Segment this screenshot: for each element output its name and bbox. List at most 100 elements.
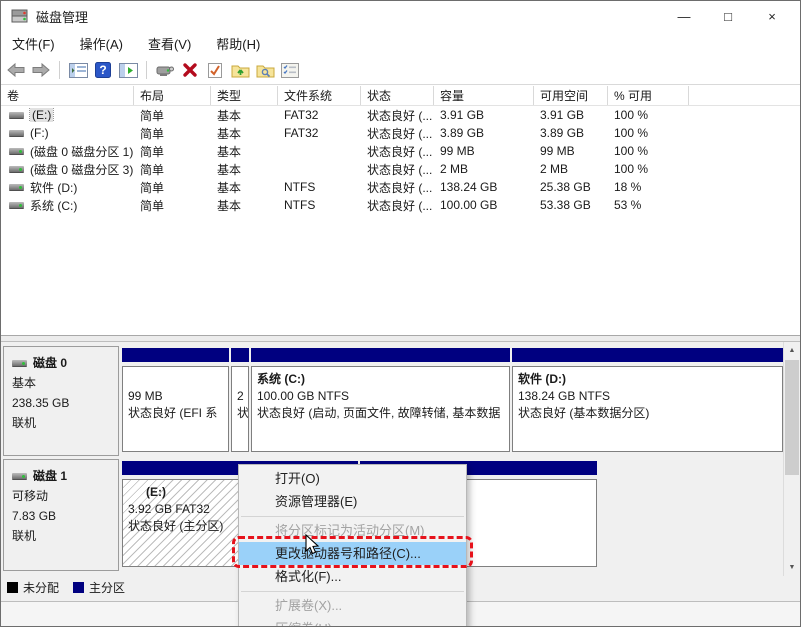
back-icon[interactable] bbox=[5, 59, 27, 81]
maximize-button[interactable]: □ bbox=[706, 1, 750, 31]
delete-icon[interactable] bbox=[179, 59, 201, 81]
cell-pct: 53 % bbox=[608, 198, 689, 212]
partition-status: 状态良好 (基本数据分区) bbox=[518, 405, 782, 422]
menu-open[interactable]: 打开(O) bbox=[239, 467, 466, 490]
help-icon[interactable]: ? bbox=[92, 59, 114, 81]
col-status[interactable]: 状态 bbox=[361, 86, 434, 105]
col-volume[interactable]: 卷 bbox=[1, 86, 134, 105]
pane-splitter[interactable] bbox=[1, 335, 800, 342]
menu-separator bbox=[241, 516, 464, 517]
cell-free: 3.89 GB bbox=[534, 126, 608, 140]
menu-file[interactable]: 文件(F) bbox=[3, 31, 64, 56]
cell-status: 状态良好 (... bbox=[361, 179, 434, 196]
cell-pct: 100 % bbox=[608, 162, 689, 176]
cell-pct: 18 % bbox=[608, 180, 689, 194]
drive-icon bbox=[9, 130, 24, 136]
legend-unallocated: 未分配 bbox=[7, 579, 59, 596]
menu-explorer[interactable]: 资源管理器(E) bbox=[239, 490, 466, 513]
console-action-icon[interactable] bbox=[117, 59, 139, 81]
check-doc-icon[interactable] bbox=[204, 59, 226, 81]
disk-icon bbox=[12, 473, 27, 479]
forward-icon[interactable] bbox=[30, 59, 52, 81]
cell-capacity: 100.00 GB bbox=[434, 198, 534, 212]
partition-size: 2 bbox=[237, 388, 248, 405]
disk-status: 联机 bbox=[12, 526, 118, 546]
partition-status: 状态良好 (EFI 系 bbox=[128, 405, 228, 422]
cell-type: 基本 bbox=[211, 197, 278, 214]
scroll-up-icon[interactable]: ▲ bbox=[784, 342, 800, 359]
scrollbar-thumb[interactable] bbox=[785, 360, 799, 475]
menu-help[interactable]: 帮助(H) bbox=[207, 31, 269, 56]
partition-status: 状态良好 (启动, 页面文件, 故障转储, 基本数据 bbox=[257, 405, 509, 422]
partition-size: 138.24 GB NTFS bbox=[518, 388, 782, 405]
table-row[interactable]: (E:) 简单 基本 FAT32 状态良好 (... 3.91 GB 3.91 … bbox=[1, 106, 800, 124]
table-row[interactable]: 软件 (D:) 简单 基本 NTFS 状态良好 (... 138.24 GB 2… bbox=[1, 178, 800, 196]
cell-status: 状态良好 (... bbox=[361, 161, 434, 178]
legend: 未分配 主分区 bbox=[7, 579, 125, 596]
table-row[interactable]: (磁盘 0 磁盘分区 3) 简单 基本 状态良好 (... 2 MB 2 MB … bbox=[1, 160, 800, 178]
menu-format[interactable]: 格式化(F)... bbox=[239, 565, 466, 588]
cell-layout: 简单 bbox=[134, 179, 211, 196]
legend-primary-partition: 主分区 bbox=[73, 579, 125, 596]
disk-name: 磁盘 0 bbox=[33, 353, 67, 373]
menu-separator bbox=[241, 591, 464, 592]
vertical-scrollbar[interactable]: ▲ ▼ bbox=[783, 342, 799, 576]
cell-status: 状态良好 (... bbox=[361, 143, 434, 160]
device-icon[interactable] bbox=[154, 59, 176, 81]
col-empty bbox=[689, 86, 800, 105]
toolbar: ? bbox=[1, 56, 800, 85]
window-title: 磁盘管理 bbox=[36, 7, 88, 26]
table-row[interactable]: (F:) 简单 基本 FAT32 状态良好 (... 3.89 GB 3.89 … bbox=[1, 124, 800, 142]
console-tree-icon[interactable] bbox=[67, 59, 89, 81]
scroll-down-icon[interactable]: ▼ bbox=[784, 559, 800, 576]
drive-icon bbox=[9, 112, 24, 118]
table-row[interactable]: (磁盘 0 磁盘分区 1) 简单 基本 状态良好 (... 99 MB 99 M… bbox=[1, 142, 800, 160]
cell-type: 基本 bbox=[211, 143, 278, 160]
cell-layout: 简单 bbox=[134, 161, 211, 178]
col-pct-free[interactable]: % 可用 bbox=[608, 86, 689, 105]
svg-text:?: ? bbox=[99, 63, 106, 77]
cell-layout: 简单 bbox=[134, 107, 211, 124]
properties-icon[interactable] bbox=[279, 59, 301, 81]
partition-size: 100.00 GB NTFS bbox=[257, 388, 509, 405]
cell-pct: 100 % bbox=[608, 144, 689, 158]
disk-size: 7.83 GB bbox=[12, 506, 118, 526]
menu-action[interactable]: 操作(A) bbox=[71, 31, 132, 56]
toolbar-separator bbox=[146, 61, 147, 79]
menu-change-drive-letter[interactable]: 更改驱动器号和路径(C)... bbox=[239, 542, 466, 565]
col-type[interactable]: 类型 bbox=[211, 86, 278, 105]
partition-c[interactable]: 系统 (C:) 100.00 GB NTFS 状态良好 (启动, 页面文件, 故… bbox=[251, 346, 510, 456]
table-row[interactable]: 系统 (C:) 简单 基本 NTFS 状态良好 (... 100.00 GB 5… bbox=[1, 196, 800, 214]
col-free[interactable]: 可用空间 bbox=[534, 86, 608, 105]
cell-type: 基本 bbox=[211, 179, 278, 196]
volume-name: 系统 (C:) bbox=[30, 197, 77, 214]
partition-size: 99 MB bbox=[128, 388, 228, 405]
disk-management-app-icon bbox=[11, 8, 29, 24]
cell-free: 25.38 GB bbox=[534, 180, 608, 194]
drive-icon bbox=[9, 166, 24, 172]
cell-capacity: 138.24 GB bbox=[434, 180, 534, 194]
disk-name: 磁盘 1 bbox=[33, 466, 67, 486]
col-layout[interactable]: 布局 bbox=[134, 86, 211, 105]
menu-view[interactable]: 查看(V) bbox=[139, 31, 200, 56]
partition-msr[interactable]: 2 状 bbox=[231, 346, 249, 456]
cell-free: 53.38 GB bbox=[534, 198, 608, 212]
menu-shrink-volume: 压缩卷(H)... bbox=[239, 617, 466, 627]
disk-kind: 可移动 bbox=[12, 486, 118, 506]
disk1-label-panel[interactable]: 磁盘 1 可移动 7.83 GB 联机 bbox=[3, 459, 119, 571]
cell-capacity: 3.91 GB bbox=[434, 108, 534, 122]
minimize-button[interactable]: — bbox=[662, 1, 706, 31]
cell-type: 基本 bbox=[211, 107, 278, 124]
cell-free: 99 MB bbox=[534, 144, 608, 158]
folder-up-icon[interactable] bbox=[229, 59, 251, 81]
col-filesystem[interactable]: 文件系统 bbox=[278, 86, 361, 105]
partition-d[interactable]: 软件 (D:) 138.24 GB NTFS 状态良好 (基本数据分区) bbox=[512, 346, 783, 456]
close-button[interactable]: × bbox=[750, 1, 794, 31]
col-capacity[interactable]: 容量 bbox=[434, 86, 534, 105]
folder-search-icon[interactable] bbox=[254, 59, 276, 81]
partition-efi[interactable]: 99 MB 状态良好 (EFI 系 bbox=[122, 346, 229, 456]
context-menu: 打开(O) 资源管理器(E) 将分区标记为活动分区(M) 更改驱动器号和路径(C… bbox=[238, 464, 467, 627]
drive-icon bbox=[9, 148, 24, 154]
partition-color-bar bbox=[231, 348, 249, 362]
disk0-label-panel[interactable]: 磁盘 0 基本 238.35 GB 联机 bbox=[3, 346, 119, 456]
